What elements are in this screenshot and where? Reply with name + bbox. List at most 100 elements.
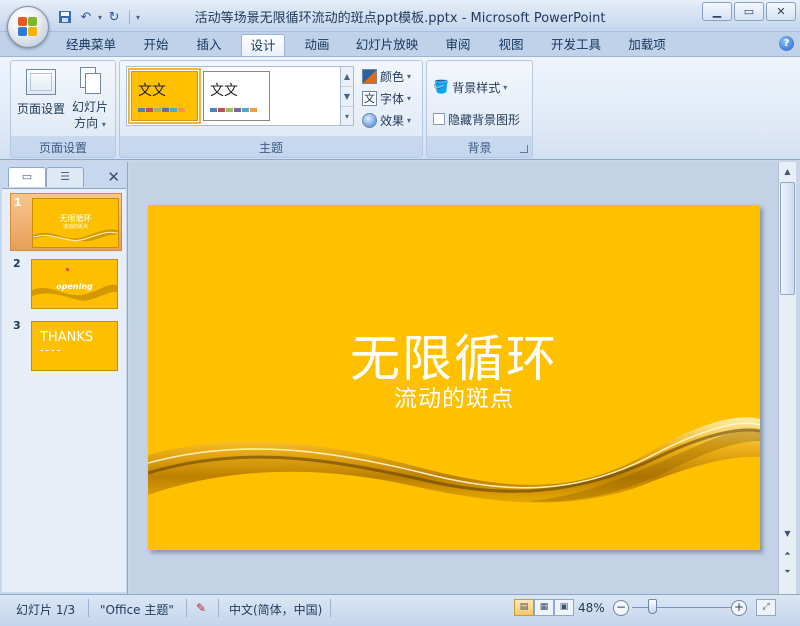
quick-access-toolbar: ↶ ▾ ↻ ▾ (56, 7, 140, 27)
paint-bucket-icon: 🪣 (433, 79, 450, 95)
redo-icon[interactable]: ↻ (105, 8, 123, 26)
tab-home[interactable]: 开始 (136, 34, 176, 56)
save-icon[interactable] (56, 8, 74, 26)
page-setup-icon (26, 69, 56, 95)
orientation-label-2: 方向 (74, 116, 99, 130)
normal-view-button[interactable]: ▤ (514, 599, 534, 616)
tab-addins[interactable]: 加载项 (621, 34, 673, 56)
outline-tab-icon: ☰ (60, 170, 70, 183)
tab-animations[interactable]: 动画 (297, 34, 337, 56)
language-indicator[interactable]: 中文(简体，中国) (229, 601, 322, 618)
office-logo-icon (18, 17, 38, 37)
scroll-down-icon[interactable]: ▼ (780, 526, 795, 541)
background-styles-label: 背景样式 (452, 80, 501, 95)
theme-effects-button[interactable]: 效果 ▾ (362, 110, 411, 130)
slideshow-button[interactable]: ▣ (554, 599, 574, 616)
scroll-down-icon[interactable]: ▼ (341, 87, 353, 107)
window-title: 活动等场景无限循环流动的斑点ppt模板.pptx - Microsoft Pow… (194, 11, 606, 26)
minimize-button[interactable]: ▁ (702, 2, 732, 21)
slide-canvas[interactable]: 无限循环 流动的斑点 (148, 205, 760, 550)
ribbon-tabs: 经典菜单 开始 插入 设计 动画 幻灯片放映 审阅 视图 开发工具 加载项 ? (0, 32, 800, 56)
theme-sample-text: 文文 (138, 83, 166, 99)
scroll-thumb[interactable] (780, 182, 795, 295)
slideshow-icon: ▣ (559, 602, 569, 612)
fit-window-icon: ⤢ (762, 602, 770, 612)
zoom-in-button[interactable]: + (731, 600, 747, 616)
colors-icon (362, 68, 377, 84)
close-button[interactable]: ✕ (766, 2, 796, 21)
slide-sorter-button[interactable]: ▦ (534, 599, 554, 616)
fonts-label: 字体 (380, 91, 405, 106)
page-setup-button[interactable]: 页面设置 (17, 69, 65, 117)
themes-gallery: 文文 文文 (126, 66, 352, 126)
maximize-button[interactable]: ▭ (734, 2, 764, 21)
slide-subtitle[interactable]: 流动的斑点 (148, 379, 760, 413)
effects-icon (362, 112, 377, 128)
tab-slides[interactable]: ▭ (8, 167, 46, 187)
zoom-level[interactable]: 48% (578, 601, 605, 615)
fonts-icon: 文 (362, 90, 377, 106)
background-styles-button[interactable]: 🪣 背景样式 ▾ (433, 77, 507, 97)
normal-view-icon: ▤ (519, 602, 529, 612)
effects-label: 效果 (380, 113, 405, 128)
zoom-slider-knob[interactable] (648, 599, 657, 614)
tab-view[interactable]: 视图 (491, 34, 531, 56)
slide-thumbnail-2[interactable]: 2 opening (10, 255, 122, 313)
slide-orientation-button[interactable]: 幻灯片 方向 ▾ (67, 67, 113, 133)
close-icon: ✕ (776, 5, 786, 18)
spell-check-icon[interactable]: ✎ (196, 601, 206, 615)
slide-thumbnail-list: 1 无限循环 流动的斑点 2 opening 3 THANKS (2, 188, 126, 592)
theme-name: "Office 主题" (100, 603, 174, 617)
theme-colors-button[interactable]: 颜色 ▾ (362, 66, 411, 86)
vertical-scrollbar[interactable]: ▲ ▼ ⏶ ⏷ (778, 162, 796, 594)
slide-thumbnail-1[interactable]: 1 无限循环 流动的斑点 (10, 193, 122, 251)
chevron-down-icon: ▾ (407, 115, 412, 125)
help-icon[interactable]: ? (779, 36, 794, 51)
tab-slideshow[interactable]: 幻灯片放映 (352, 34, 422, 56)
undo-dropdown-icon[interactable]: ▾ (98, 13, 102, 22)
office-button[interactable] (7, 6, 49, 48)
slides-pane: ▭ ☰ ✕ 1 无限循环 流动的斑点 2 opening 3 THANKS (0, 162, 128, 594)
orientation-label-1: 幻灯片 (71, 100, 108, 114)
fit-to-window-button[interactable]: ⤢ (756, 599, 776, 616)
zoom-slider-track[interactable] (632, 607, 732, 608)
orientation-icon (77, 67, 103, 97)
scroll-up-icon[interactable]: ▲ (780, 164, 795, 179)
scroll-up-icon[interactable]: ▲ (341, 67, 353, 87)
tab-insert[interactable]: 插入 (189, 34, 229, 56)
chevron-down-icon: ▾ (407, 93, 412, 103)
tab-classic-menu[interactable]: 经典菜单 (60, 34, 122, 56)
next-slide-icon[interactable]: ⏷ (780, 564, 795, 579)
undo-icon[interactable]: ↶ (77, 8, 95, 26)
themes-gallery-scroll[interactable]: ▲ ▼ ▾ (340, 66, 354, 126)
tab-design[interactable]: 设计 (241, 34, 285, 56)
slide-preview-subtitle: 流动的斑点 (62, 224, 88, 230)
ribbon: 页面设置 幻灯片 方向 ▾ 页面设置 文文 文文 ▲ ▼ ▾ 颜色 ▾ 文 字体… (0, 56, 800, 160)
theme-thumbnail-office[interactable]: 文文 (203, 71, 270, 121)
group-page-setup: 页面设置 幻灯片 方向 ▾ 页面设置 (10, 60, 116, 158)
status-bar: 幻灯片 1/3 "Office 主题" ✎ 中文(简体，中国) ▤ ▦ ▣ 48… (0, 594, 800, 626)
slide-thumbnail-3[interactable]: 3 THANKS (10, 317, 122, 375)
slide-number: 3 (13, 319, 21, 332)
slide-preview-title: opening (56, 282, 93, 291)
slides-tab-icon: ▭ (21, 170, 33, 183)
tab-review[interactable]: 审阅 (438, 34, 478, 56)
tab-developer[interactable]: 开发工具 (545, 34, 607, 56)
minimize-icon: ▁ (712, 5, 722, 18)
hide-background-graphics-checkbox[interactable]: 隐藏背景图形 (433, 109, 520, 129)
tab-outline[interactable]: ☰ (46, 167, 84, 187)
slide-preview: THANKS (31, 321, 118, 371)
theme-thumbnail-current[interactable]: 文文 (128, 68, 201, 124)
chevron-down-icon: ▾ (503, 82, 508, 92)
slide-preview: opening (31, 259, 118, 309)
theme-fonts-button[interactable]: 文 字体 ▾ (362, 88, 411, 108)
previous-slide-icon[interactable]: ⏶ (780, 546, 795, 561)
gallery-more-icon[interactable]: ▾ (341, 107, 353, 127)
dialog-launcher-icon[interactable] (520, 145, 528, 153)
page-setup-label: 页面设置 (17, 102, 66, 116)
chevron-down-icon: ▾ (101, 120, 106, 129)
close-pane-icon[interactable]: ✕ (107, 168, 120, 186)
checkbox-icon[interactable] (433, 113, 445, 125)
hide-background-label: 隐藏背景图形 (448, 112, 521, 127)
zoom-out-button[interactable]: − (613, 600, 629, 616)
